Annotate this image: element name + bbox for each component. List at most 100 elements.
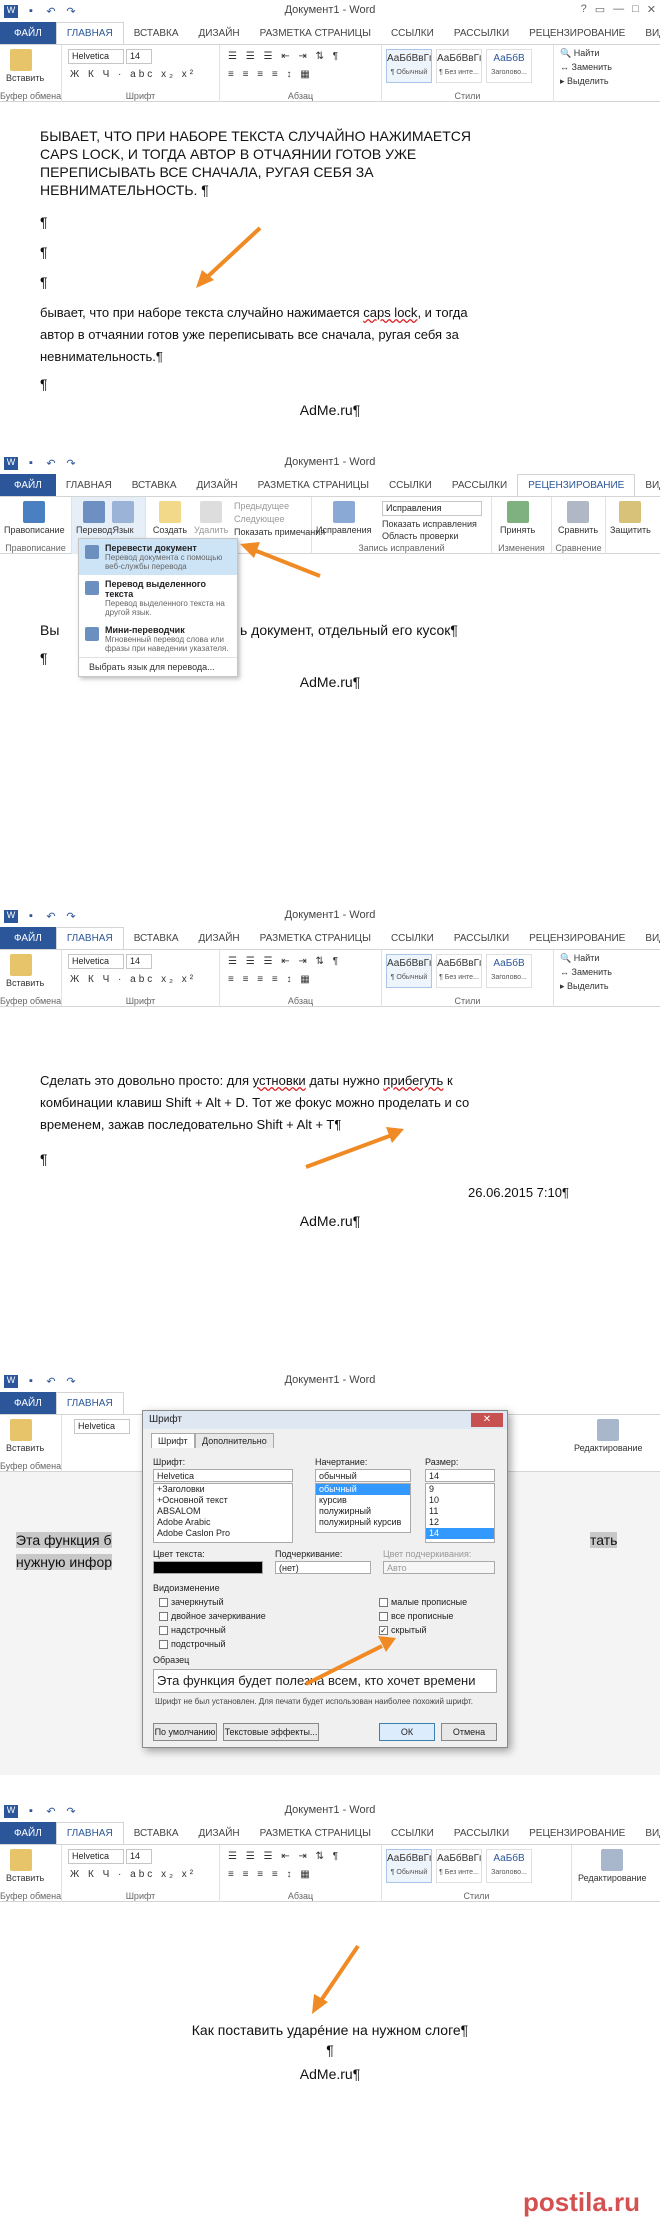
font-field[interactable]: Helvetica — [153, 1469, 293, 1482]
color-picker[interactable] — [153, 1561, 263, 1574]
tab-layout[interactable]: РАЗМЕТКА СТРАНИЦЫ — [250, 22, 381, 44]
style-normal[interactable]: АаБбВвГг, ¶ Обычный — [386, 954, 432, 988]
list-item[interactable]: +Заголовки — [154, 1484, 292, 1495]
ok-button[interactable]: ОК — [379, 1723, 435, 1741]
tab-file[interactable]: ФАЙЛ — [0, 927, 56, 949]
tab-review[interactable]: РЕЦЕНЗИРОВАНИЕ — [517, 474, 636, 496]
font-size-combo[interactable]: 14 — [126, 49, 152, 64]
review-pane-button[interactable]: Область проверки — [382, 531, 458, 541]
tab-home[interactable]: ГЛАВНАЯ — [56, 474, 122, 496]
default-button[interactable]: По умолчанию — [153, 1723, 217, 1741]
list-item[interactable]: ABSALOM — [154, 1506, 292, 1517]
replace-button[interactable]: ↔ Заменить — [560, 62, 612, 72]
font-format-row[interactable]: Ж К Ч · abc x₂ x² — [70, 1869, 196, 1880]
ribbon-display-icon[interactable]: ▭ — [595, 3, 605, 16]
tab-home[interactable]: ГЛАВНАЯ — [55, 1392, 124, 1414]
help-icon[interactable]: ? — [581, 3, 587, 16]
list-item[interactable]: 12 — [426, 1517, 494, 1528]
list-item[interactable]: 9 — [426, 1484, 494, 1495]
list-item[interactable]: 14 — [426, 1528, 494, 1539]
tab-review[interactable]: РЕЦЕНЗИРОВАНИЕ — [519, 1822, 635, 1844]
tab-references[interactable]: ССЫЛКИ — [381, 1822, 444, 1844]
find-button[interactable]: 🔍 Найти — [560, 48, 599, 59]
tab-file[interactable]: ФАЙЛ — [0, 474, 56, 496]
tab-references[interactable]: ССЫЛКИ — [379, 474, 442, 496]
markup-mode-combo[interactable]: Исправления — [382, 501, 482, 516]
tab-font[interactable]: Шрифт — [151, 1433, 195, 1448]
tab-design[interactable]: ДИЗАЙН — [189, 1822, 250, 1844]
style-field[interactable]: обычный — [315, 1469, 411, 1482]
size-list[interactable]: 9 10 11 12 14 — [425, 1483, 495, 1543]
tab-insert[interactable]: ВСТАВКА — [124, 927, 189, 949]
tab-design[interactable]: ДИЗАЙН — [189, 927, 250, 949]
paste-button[interactable]: Вставить — [6, 1419, 44, 1453]
paragraph-icons[interactable]: ☰ ☰ ☰ ⇤ ⇥ ⇅ ¶ — [228, 1851, 341, 1862]
tab-insert[interactable]: ВСТАВКА — [124, 22, 189, 44]
list-item[interactable]: полужирный курсив — [316, 1517, 410, 1528]
list-item[interactable]: Adobe Arabic — [154, 1517, 292, 1528]
superscript-checkbox[interactable]: надстрочный — [159, 1625, 226, 1635]
style-no-spacing[interactable]: АаБбВвГг, ¶ Без инте... — [436, 1849, 482, 1883]
tab-layout[interactable]: РАЗМЕТКА СТРАНИЦЫ — [248, 474, 379, 496]
list-item[interactable]: +Основной текст — [154, 1495, 292, 1506]
list-item[interactable]: Adobe Caslon Pro — [154, 1528, 292, 1539]
font-name-combo[interactable]: Helvetica — [74, 1419, 130, 1434]
paragraph-icons[interactable]: ☰ ☰ ☰ ⇤ ⇥ ⇅ ¶ — [228, 51, 341, 62]
tab-home[interactable]: ГЛАВНАЯ — [55, 22, 124, 44]
list-item[interactable]: полужирный — [316, 1506, 410, 1517]
style-no-spacing[interactable]: АаБбВвГг, ¶ Без инте... — [436, 49, 482, 83]
tab-insert[interactable]: ВСТАВКА — [124, 1822, 189, 1844]
style-normal[interactable]: АаБбВвГг, ¶ Обычный — [386, 1849, 432, 1883]
list-item[interactable]: курсив — [316, 1495, 410, 1506]
menu-choose-language[interactable]: Выбрать язык для перевода... — [79, 657, 237, 676]
menu-translate-selection[interactable]: Перевод выделенного текста Перевод выдел… — [79, 575, 237, 621]
tab-review[interactable]: РЕЦЕНЗИРОВАНИЕ — [519, 22, 635, 44]
tab-view[interactable]: ВИД — [635, 927, 660, 949]
tab-insert[interactable]: ВСТАВКА — [122, 474, 187, 496]
track-changes-button[interactable]: Исправления — [316, 501, 372, 535]
maximize-icon[interactable]: □ — [632, 3, 639, 16]
language-button[interactable]: Язык — [112, 501, 134, 535]
editing-button[interactable]: Редактирование — [574, 1419, 643, 1453]
show-markup-button[interactable]: Показать исправления — [382, 519, 477, 529]
document-area[interactable]: БЫВАЕТ, ЧТО ПРИ НАБОРЕ ТЕКСТА СЛУЧАЙНО Н… — [0, 102, 660, 312]
style-heading[interactable]: АаБбВ Заголово... — [486, 49, 532, 83]
tab-view[interactable]: ВИД — [635, 474, 660, 496]
tab-home[interactable]: ГЛАВНАЯ — [55, 1822, 124, 1844]
accept-button[interactable]: Принять — [500, 501, 535, 535]
tab-advanced[interactable]: Дополнительно — [195, 1433, 274, 1448]
close-icon[interactable]: ✕ — [471, 1413, 503, 1427]
paste-button[interactable]: Вставить — [6, 954, 44, 988]
delete-note-button[interactable]: Удалить — [194, 501, 228, 535]
paste-button[interactable]: Вставить — [6, 1849, 44, 1883]
style-heading[interactable]: АаБбВ Заголово... — [486, 1849, 532, 1883]
underline-color-select[interactable]: Авто — [383, 1561, 495, 1574]
tab-home[interactable]: ГЛАВНАЯ — [55, 927, 124, 949]
tab-review[interactable]: РЕЦЕНЗИРОВАНИЕ — [519, 927, 635, 949]
list-item[interactable]: обычный — [316, 1484, 410, 1495]
tab-layout[interactable]: РАЗМЕТКА СТРАНИЦЫ — [250, 1822, 381, 1844]
tab-view[interactable]: ВИД — [635, 1822, 660, 1844]
style-list[interactable]: обычный курсив полужирный полужирный кур… — [315, 1483, 411, 1533]
tab-references[interactable]: ССЫЛКИ — [381, 927, 444, 949]
tab-mailings[interactable]: РАССЫЛКИ — [444, 927, 519, 949]
translate-button[interactable]: Перевод — [76, 501, 112, 535]
replace-button[interactable]: ↔ Заменить — [560, 967, 612, 977]
font-format-row[interactable]: Ж К Ч · abc x₂ x² — [70, 974, 196, 985]
style-heading[interactable]: АаБбВ Заголово... — [486, 954, 532, 988]
find-button[interactable]: 🔍 Найти — [560, 953, 599, 964]
spelling-button[interactable]: Правописание — [4, 501, 65, 535]
align-icons[interactable]: ≡ ≡ ≡ ≡ ↕ ▦ — [228, 974, 313, 985]
select-button[interactable]: ▸ Выделить — [560, 76, 609, 87]
font-name-combo[interactable]: Helvetica — [68, 1849, 124, 1864]
list-item[interactable]: 11 — [426, 1506, 494, 1517]
align-icons[interactable]: ≡ ≡ ≡ ≡ ↕ ▦ — [228, 1869, 313, 1880]
tab-file[interactable]: ФАЙЛ — [0, 1822, 56, 1844]
tab-layout[interactable]: РАЗМЕТКА СТРАНИЦЫ — [250, 927, 381, 949]
compare-button[interactable]: Сравнить — [558, 501, 598, 535]
paragraph-icons[interactable]: ☰ ☰ ☰ ⇤ ⇥ ⇅ ¶ — [228, 956, 341, 967]
font-size-combo[interactable]: 14 — [126, 954, 152, 969]
minimize-icon[interactable]: — — [613, 3, 624, 16]
subscript-checkbox[interactable]: подстрочный — [159, 1639, 226, 1649]
style-no-spacing[interactable]: АаБбВвГг, ¶ Без инте... — [436, 954, 482, 988]
